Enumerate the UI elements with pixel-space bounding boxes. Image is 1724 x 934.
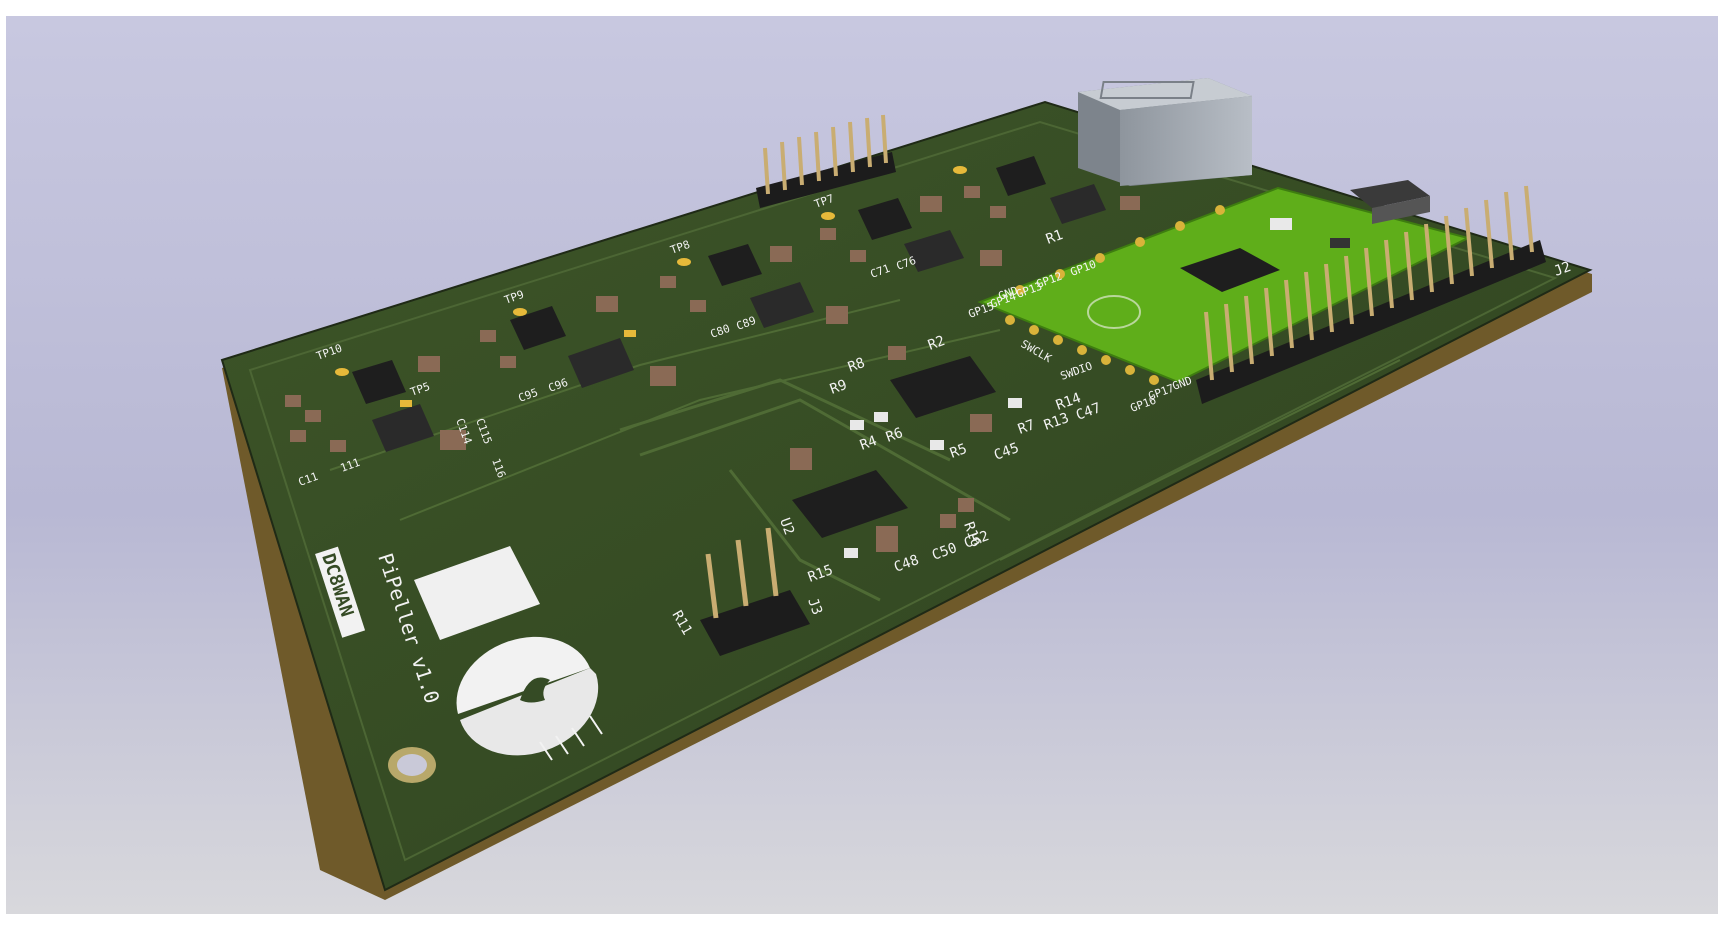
pcb-render: PiPeller v1.0 DC8WAN R15 U2 J3 R11 C48 C… [6,16,1718,914]
3d-viewer-canvas[interactable]: PiPeller v1.0 DC8WAN R15 U2 J3 R11 C48 C… [0,0,1724,930]
relay-component [1078,78,1252,186]
